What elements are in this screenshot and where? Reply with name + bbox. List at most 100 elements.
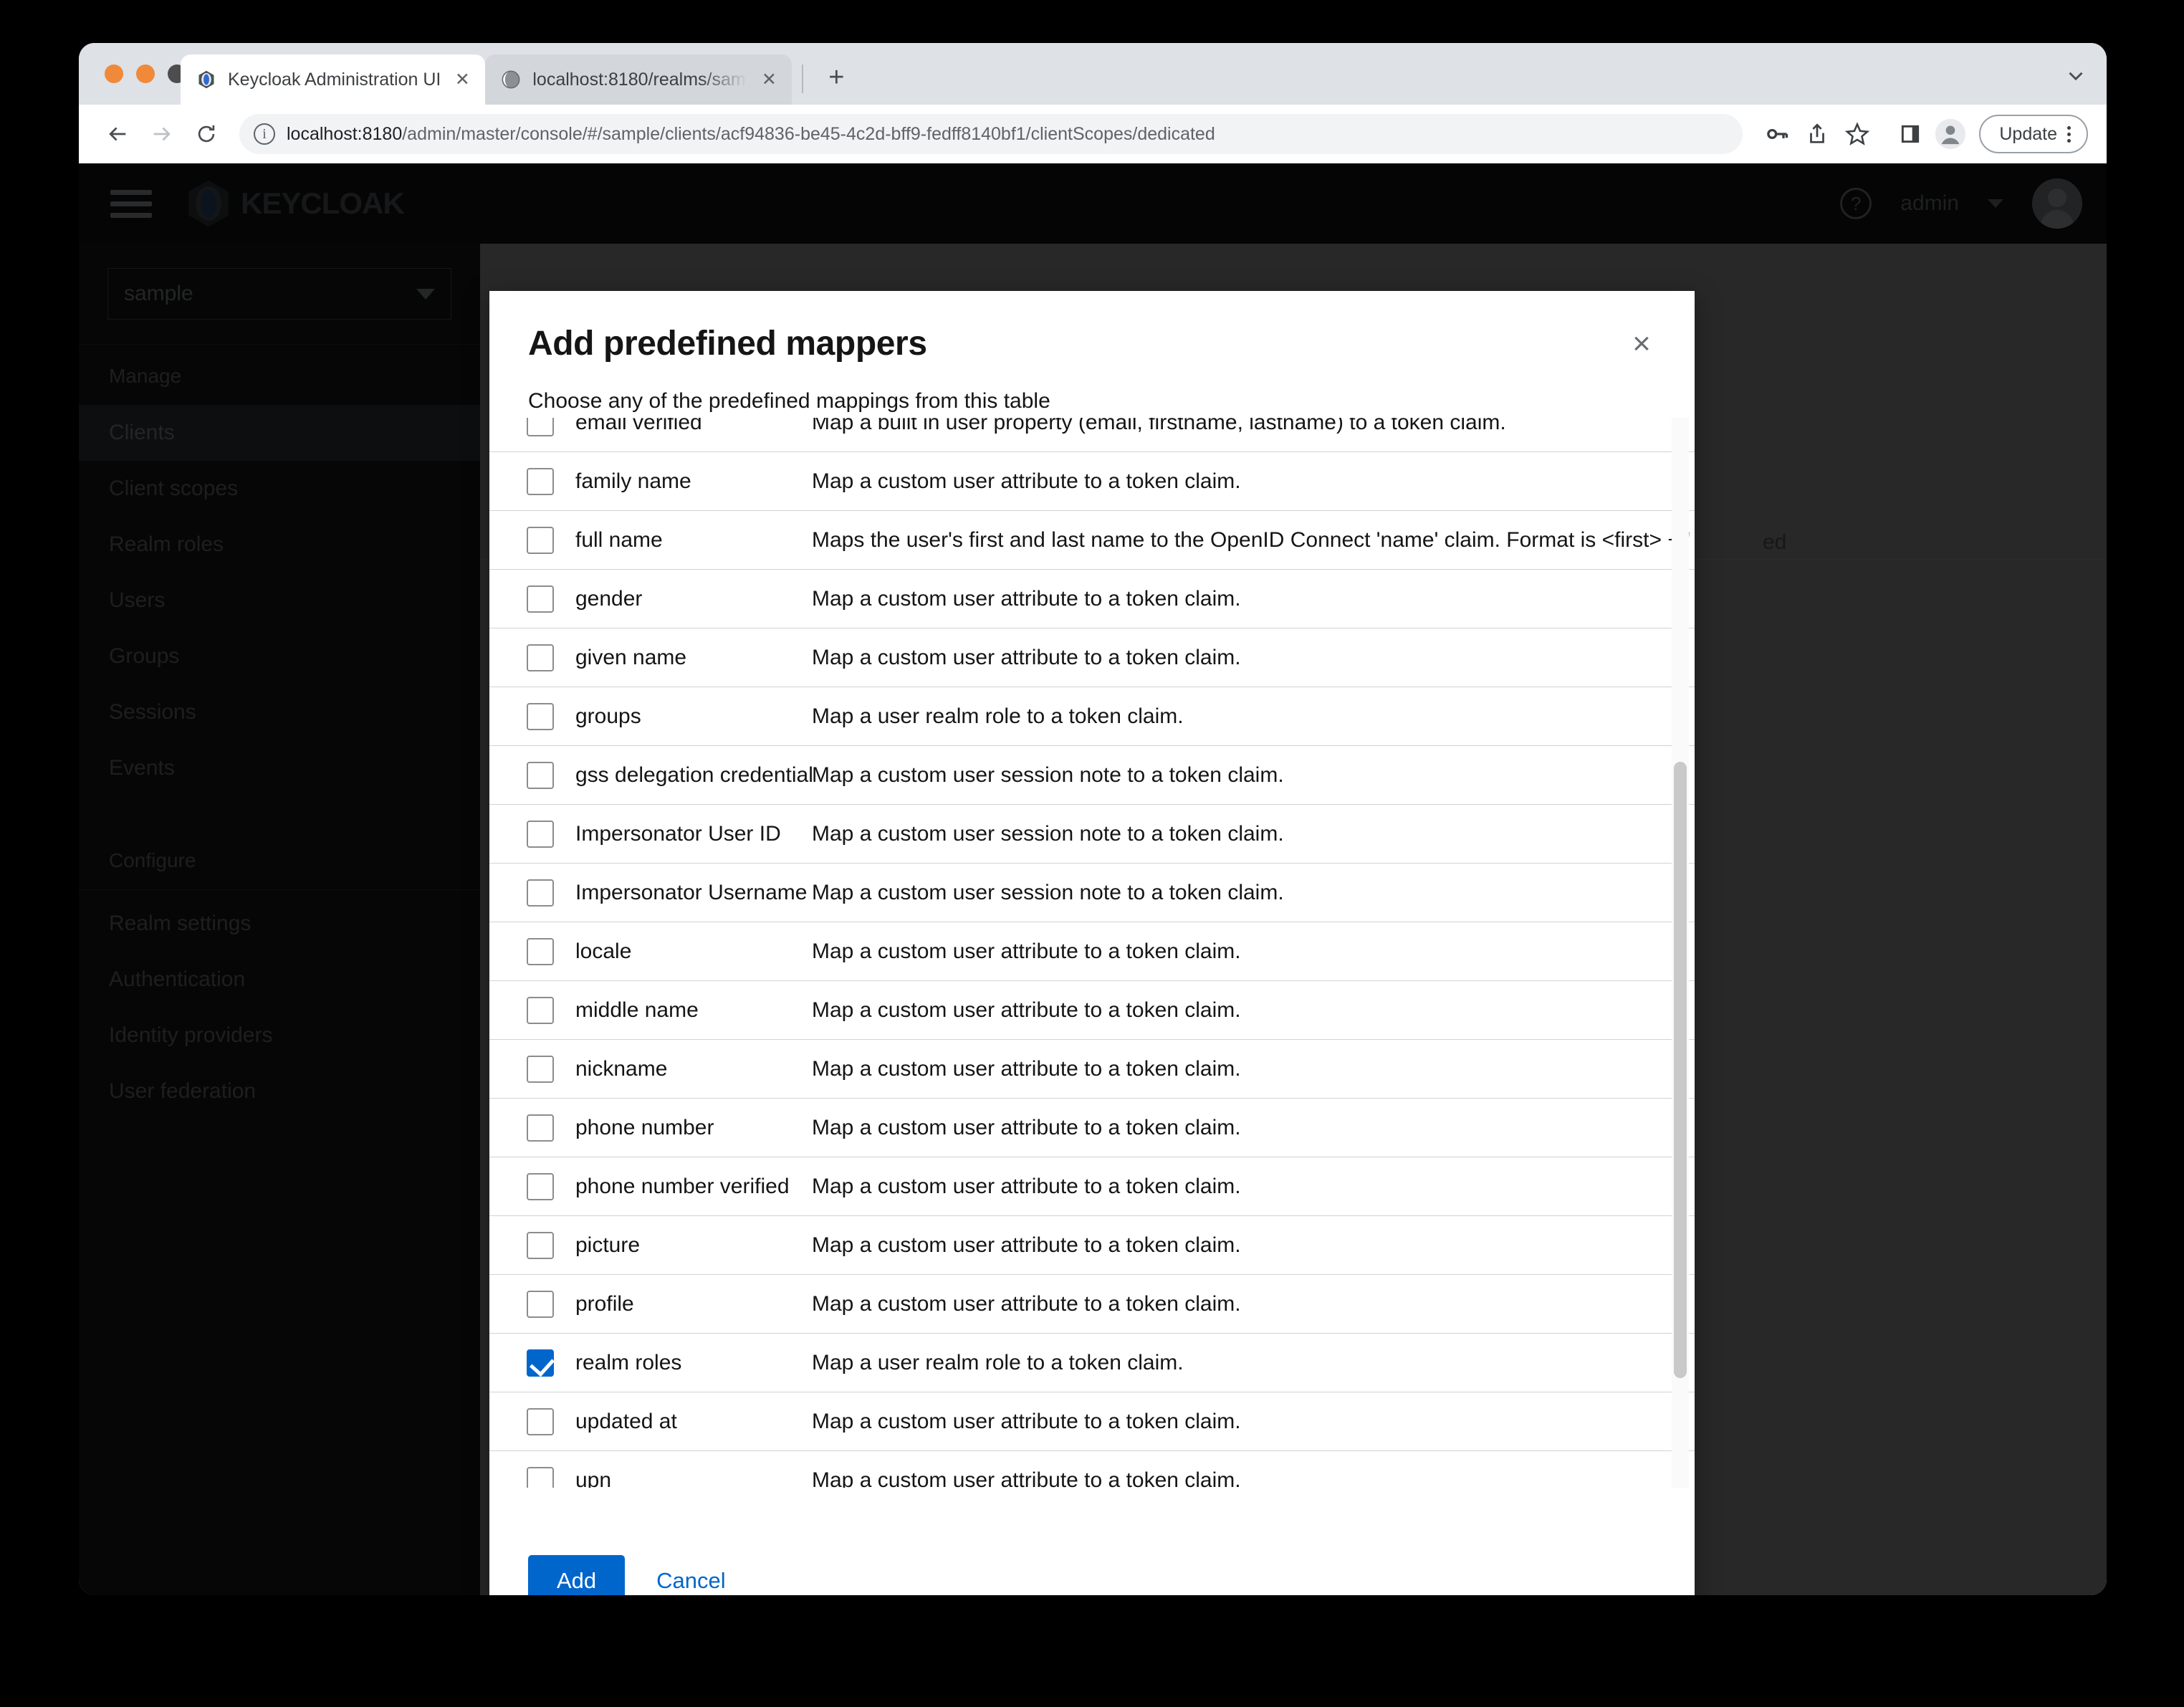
- close-icon[interactable]: ×: [1622, 324, 1662, 364]
- row-checkbox-cell[interactable]: [527, 761, 575, 789]
- sidebar-item-identity-providers[interactable]: Identity providers: [79, 1008, 480, 1063]
- avatar[interactable]: [2032, 178, 2082, 229]
- sidebar-item-sessions[interactable]: Sessions: [79, 684, 480, 740]
- row-checkbox-cell[interactable]: [527, 702, 575, 730]
- add-button[interactable]: Add: [528, 1555, 626, 1595]
- close-icon[interactable]: ✕: [452, 69, 472, 90]
- row-checkbox[interactable]: [527, 761, 554, 789]
- address-bar[interactable]: i localhost:8180/admin/master/console/#/…: [239, 114, 1743, 154]
- chevron-down-icon[interactable]: [1988, 199, 2003, 208]
- row-checkbox[interactable]: [527, 1114, 554, 1142]
- row-checkbox-cell[interactable]: [527, 879, 575, 907]
- sidebar-item-users[interactable]: Users: [79, 573, 480, 628]
- side-panel-icon[interactable]: [1892, 115, 1929, 153]
- row-checkbox[interactable]: [527, 1290, 554, 1318]
- table-row[interactable]: realm roles Map a user realm role to a to…: [489, 1334, 1695, 1392]
- table-row[interactable]: given name Map a custom user attribute to…: [489, 628, 1695, 687]
- table-row[interactable]: middle name Map a custom user attribute t…: [489, 981, 1695, 1040]
- site-info-icon[interactable]: i: [254, 123, 275, 145]
- row-checkbox-cell[interactable]: [527, 1114, 575, 1142]
- sidebar-item-realm-roles[interactable]: Realm roles: [79, 517, 480, 573]
- scrollbar-thumb[interactable]: [1674, 762, 1687, 1378]
- update-button[interactable]: Update: [1979, 115, 2088, 153]
- table-row[interactable]: updated at Map a custom user attribute to…: [489, 1392, 1695, 1451]
- sidebar-item-client-scopes[interactable]: Client scopes: [79, 461, 480, 517]
- row-checkbox-cell[interactable]: [527, 937, 575, 965]
- row-checkbox-cell[interactable]: [527, 996, 575, 1024]
- back-button[interactable]: [97, 114, 138, 154]
- more-menu-icon[interactable]: [2067, 125, 2071, 143]
- row-checkbox-cell[interactable]: [527, 1349, 575, 1377]
- row-checkbox[interactable]: [527, 644, 554, 671]
- sidebar-item-clients[interactable]: Clients: [79, 405, 480, 461]
- row-checkbox[interactable]: [527, 467, 554, 495]
- bookmark-star-icon[interactable]: [1839, 115, 1876, 153]
- reload-button[interactable]: [186, 114, 226, 154]
- row-checkbox[interactable]: [527, 526, 554, 554]
- table-row[interactable]: Impersonator Username Map a custom user s…: [489, 864, 1695, 922]
- row-checkbox-cell[interactable]: [527, 526, 575, 554]
- tab-keycloak-admin[interactable]: Keycloak Administration UI ✕: [181, 54, 486, 105]
- row-checkbox[interactable]: [527, 1055, 554, 1083]
- profile-avatar-icon[interactable]: [1932, 115, 1969, 153]
- sidebar-item-realm-settings[interactable]: Realm settings: [79, 890, 480, 952]
- row-checkbox-cell[interactable]: [527, 467, 575, 495]
- row-checkbox[interactable]: [527, 879, 554, 907]
- new-tab-button[interactable]: +: [819, 60, 853, 95]
- row-checkbox-cell[interactable]: [527, 418, 575, 436]
- share-icon[interactable]: [1799, 115, 1836, 153]
- nav-toggle-button[interactable]: [105, 189, 152, 218]
- key-icon[interactable]: [1758, 115, 1796, 153]
- table-row[interactable]: gender Map a custom user attribute to a t…: [489, 570, 1695, 628]
- table-row[interactable]: groups Map a user realm role to a token c…: [489, 687, 1695, 746]
- row-checkbox-cell[interactable]: [527, 1172, 575, 1200]
- row-checkbox-cell[interactable]: [527, 1231, 575, 1259]
- table-row[interactable]: full name Maps the user's first and last …: [489, 511, 1695, 570]
- row-checkbox-cell[interactable]: [527, 1407, 575, 1435]
- row-checkbox-cell[interactable]: [527, 820, 575, 848]
- table-scrollbar[interactable]: [1672, 418, 1689, 1488]
- row-checkbox[interactable]: [527, 1407, 554, 1435]
- row-checkbox[interactable]: [527, 1231, 554, 1259]
- row-checkbox-cell[interactable]: [527, 1290, 575, 1318]
- table-row[interactable]: phone number Map a custom user attribute …: [489, 1099, 1695, 1157]
- row-checkbox[interactable]: [527, 1466, 554, 1488]
- brand[interactable]: KEYCLOAK: [182, 177, 405, 230]
- row-checkbox[interactable]: [527, 820, 554, 848]
- table-row[interactable]: upn Map a custom user attribute to a toke…: [489, 1451, 1695, 1488]
- sidebar-item-authentication[interactable]: Authentication: [79, 952, 480, 1008]
- table-row[interactable]: phone number verified Map a custom user a…: [489, 1157, 1695, 1216]
- minimize-window-button[interactable]: [136, 64, 155, 83]
- row-checkbox[interactable]: [527, 702, 554, 730]
- close-window-button[interactable]: [105, 64, 123, 83]
- help-icon[interactable]: ?: [1840, 188, 1872, 219]
- table-row[interactable]: Impersonator User ID Map a custom user se…: [489, 805, 1695, 864]
- row-checkbox-cell[interactable]: [527, 585, 575, 613]
- close-icon[interactable]: ✕: [759, 69, 779, 90]
- row-checkbox[interactable]: [527, 585, 554, 613]
- realm-selector[interactable]: sample: [107, 268, 451, 320]
- sidebar-item-groups[interactable]: Groups: [79, 628, 480, 684]
- table-row[interactable]: locale Map a custom user attribute to a t…: [489, 922, 1695, 981]
- sidebar-item-events[interactable]: Events: [79, 740, 480, 796]
- sidebar-item-user-federation[interactable]: User federation: [79, 1063, 480, 1119]
- row-checkbox[interactable]: [527, 418, 554, 436]
- row-checkbox[interactable]: [527, 937, 554, 965]
- forward-button[interactable]: [142, 114, 182, 154]
- tab-list-chevron-down-icon[interactable]: [2064, 64, 2088, 92]
- table-row[interactable]: picture Map a custom user attribute to a …: [489, 1216, 1695, 1275]
- table-row[interactable]: email verified Map a built in user proper…: [489, 418, 1695, 452]
- row-checkbox[interactable]: [527, 996, 554, 1024]
- row-checkbox[interactable]: [527, 1349, 554, 1377]
- row-checkbox-cell[interactable]: [527, 1466, 575, 1488]
- tab-localhost-realms[interactable]: localhost:8180/realms/sample/ ✕: [485, 54, 792, 105]
- table-row[interactable]: family name Map a custom user attribute t…: [489, 452, 1695, 511]
- row-checkbox-cell[interactable]: [527, 1055, 575, 1083]
- table-row[interactable]: nickname Map a custom user attribute to a…: [489, 1040, 1695, 1099]
- table-row[interactable]: gss delegation credential Map a custom us…: [489, 746, 1695, 805]
- user-name[interactable]: admin: [1900, 191, 1959, 216]
- table-row[interactable]: profile Map a custom user attribute to a …: [489, 1275, 1695, 1334]
- row-checkbox[interactable]: [527, 1172, 554, 1200]
- row-checkbox-cell[interactable]: [527, 644, 575, 671]
- cancel-button[interactable]: Cancel: [641, 1555, 742, 1595]
